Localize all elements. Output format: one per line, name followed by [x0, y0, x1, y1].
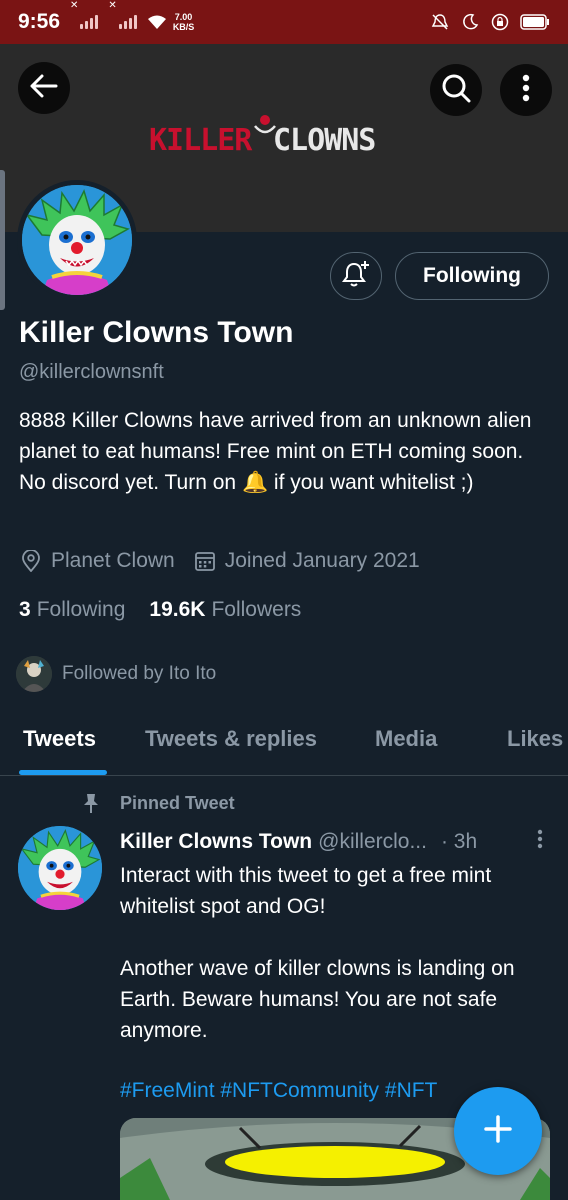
search-icon	[441, 73, 471, 108]
scroll-indicator	[0, 170, 5, 310]
pinned-label: Pinned Tweet	[80, 792, 235, 814]
follower-avatar	[16, 656, 52, 692]
tweet-text[interactable]: Interact with this tweet to get a free m…	[120, 860, 540, 1046]
profile-location: Planet Clown	[19, 549, 175, 573]
killer-clowns-logo: KILLER CLOWNS	[145, 110, 425, 160]
moon-icon	[460, 12, 480, 32]
tweet-more-button[interactable]	[530, 829, 550, 855]
followed-by[interactable]: Followed by Ito Ito	[16, 656, 216, 692]
svg-text:KILLER: KILLER	[149, 123, 253, 158]
following-count-link[interactable]: 3 Following	[19, 598, 125, 622]
wifi-icon	[147, 12, 167, 32]
compose-tweet-button[interactable]	[454, 1087, 542, 1175]
bell-plus-icon	[341, 259, 371, 294]
tab-tweets-replies[interactable]: Tweets & replies	[145, 726, 317, 752]
followers-count-link[interactable]: 19.6K Followers	[149, 598, 301, 622]
more-vertical-icon	[537, 829, 543, 855]
tab-active-indicator	[19, 770, 107, 775]
signal-icon	[118, 15, 137, 29]
profile-handle: @killerclownsnft	[19, 361, 164, 383]
avatar	[22, 185, 132, 295]
tweet-paragraph: Interact with this tweet to get a free m…	[120, 864, 492, 918]
profile-joined: Joined January 2021	[193, 549, 420, 573]
more-options-button[interactable]	[500, 64, 552, 116]
profile-meta: Planet Clown Joined January 2021	[19, 549, 438, 573]
battery-icon	[520, 12, 550, 32]
tweet-paragraph: Another wave of killer clowns is landing…	[120, 957, 515, 1042]
profile-tabs: Tweets Tweets & replies Media Likes	[0, 706, 568, 776]
follow-counts: 3 Following 19.6K Followers	[19, 598, 325, 622]
lock-rotation-icon	[490, 12, 510, 32]
tweet-time[interactable]: · 3h	[441, 830, 477, 854]
back-button[interactable]	[18, 62, 70, 114]
following-button[interactable]: Following	[395, 252, 549, 300]
tweet-header: Killer Clowns Town @killerclo... · 3h	[120, 829, 550, 855]
tweet-author-handle[interactable]: @killerclo...	[318, 830, 427, 854]
tweet-author-avatar[interactable]	[18, 826, 102, 910]
tweet-author-name[interactable]: Killer Clowns Town	[120, 830, 312, 854]
mute-icon	[430, 12, 450, 32]
profile-avatar[interactable]	[17, 180, 137, 300]
status-time: 9:56	[18, 10, 61, 33]
location-pin-icon	[19, 549, 43, 573]
profile-bio: 8888 Killer Clowns have arrived from an …	[19, 409, 532, 494]
tab-media[interactable]: Media	[375, 726, 437, 752]
svg-text:CLOWNS: CLOWNS	[273, 123, 375, 158]
network-speed: 7.00 KB/S	[172, 12, 195, 32]
plus-icon	[483, 1114, 513, 1149]
more-vertical-icon	[522, 74, 530, 107]
status-bar: 9:56 ✕ ✕ 7.00 KB/S	[0, 0, 568, 44]
tab-likes[interactable]: Likes	[507, 726, 563, 752]
profile-name: Killer Clowns Town	[19, 316, 294, 349]
no-signal-indicator: ✕	[70, 0, 79, 11]
calendar-icon	[193, 549, 217, 573]
no-signal-indicator: ✕	[108, 0, 117, 11]
pin-icon	[80, 792, 102, 814]
notify-button[interactable]	[330, 252, 382, 300]
arrow-left-icon	[30, 74, 58, 103]
search-button[interactable]	[430, 64, 482, 116]
tab-tweets[interactable]: Tweets	[23, 726, 96, 752]
signal-icon	[80, 15, 99, 29]
